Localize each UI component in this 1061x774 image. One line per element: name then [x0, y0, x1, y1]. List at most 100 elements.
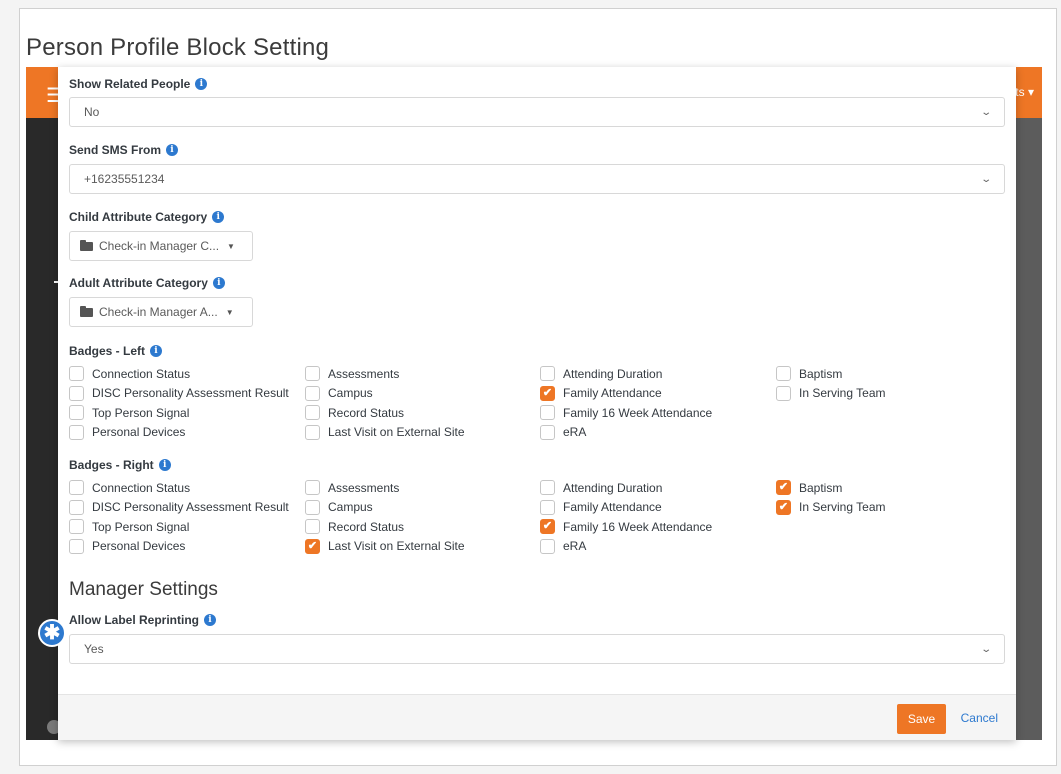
checkbox-label: Attending Duration [563, 366, 663, 381]
checkbox[interactable] [540, 366, 555, 382]
checkbox[interactable] [305, 519, 320, 535]
badge-checkbox-option[interactable]: Personal Devices [69, 538, 305, 554]
badge-checkbox-option[interactable]: DISC Personality Assessment Result [69, 385, 305, 401]
checkbox-label: Family Attendance [563, 386, 662, 401]
checkbox[interactable] [305, 424, 320, 440]
show-related-people-select[interactable]: No ⌄ [69, 97, 1005, 127]
badge-checkbox-option[interactable]: eRA [540, 538, 776, 554]
badge-checkbox-option[interactable]: Family Attendance [540, 499, 776, 515]
checkbox[interactable] [305, 480, 320, 496]
cancel-button[interactable]: Cancel [961, 711, 998, 725]
background-topbar-label: ts ▾ [1015, 85, 1034, 99]
info-icon[interactable]: i [204, 614, 217, 626]
checkbox-label: Family 16 Week Attendance [563, 405, 713, 420]
checkbox[interactable] [69, 366, 84, 382]
checkbox[interactable] [305, 366, 320, 382]
badge-checkbox-option[interactable]: ✔ Family 16 Week Attendance [540, 519, 776, 535]
badge-checkbox-option[interactable]: In Serving Team [776, 385, 976, 401]
adult-attribute-category-label: Adult Attribute Category i [69, 276, 225, 290]
badge-checkbox-option[interactable]: DISC Personality Assessment Result [69, 499, 305, 515]
checkbox-row: Personal Devices ✔ Last Visit on External … [69, 537, 999, 557]
info-icon[interactable]: i [166, 144, 179, 156]
checkbox[interactable] [69, 424, 84, 440]
badge-checkbox-option[interactable]: Assessments [305, 366, 540, 382]
info-icon[interactable]: i [212, 277, 225, 289]
badge-checkbox-option[interactable]: Personal Devices [69, 424, 305, 440]
checkbox-label: In Serving Team [799, 500, 886, 515]
badge-checkbox-option[interactable]: Connection Status [69, 480, 305, 496]
send-sms-from-label: Send SMS From i [69, 143, 179, 157]
checkbox[interactable] [305, 499, 320, 515]
badge-checkbox-option[interactable]: ✔ In Serving Team [776, 499, 976, 515]
badge-checkbox-option[interactable]: Attending Duration [540, 366, 776, 382]
checkbox-checked[interactable]: ✔ [305, 538, 320, 554]
info-icon[interactable]: i [212, 211, 225, 223]
badge-checkbox-option[interactable]: ✔ Family Attendance [540, 385, 776, 401]
allow-label-reprinting-select[interactable]: Yes ⌄ [69, 634, 1005, 664]
checkbox[interactable] [540, 424, 555, 440]
checkbox-label: eRA [563, 425, 587, 440]
check-icon: ✔ [778, 500, 789, 513]
checkbox[interactable] [540, 499, 555, 515]
checkbox[interactable] [305, 405, 320, 421]
checkbox-row: Connection Status Assessments Attending Du… [69, 478, 999, 498]
checkbox[interactable] [69, 519, 84, 535]
checkbox-row: Personal Devices Last Visit on External S… [69, 423, 999, 443]
checkbox-label: Last Visit on External Site [328, 425, 465, 440]
folder-open-icon [80, 240, 93, 251]
checkbox-checked[interactable]: ✔ [776, 499, 791, 515]
save-button[interactable]: Save [897, 704, 946, 734]
badge-checkbox-option[interactable]: Assessments [305, 480, 540, 496]
checkbox-label: Top Person Signal [92, 519, 190, 534]
asterisk-icon[interactable]: ✱ [38, 619, 66, 647]
checkbox[interactable] [776, 366, 791, 382]
badge-checkbox-option[interactable]: Top Person Signal [69, 519, 305, 535]
checkbox[interactable] [69, 405, 84, 421]
checkbox-label: Record Status [328, 519, 405, 534]
manager-settings-heading: Manager Settings [69, 579, 218, 600]
badge-checkbox-option[interactable]: Top Person Signal [69, 405, 305, 421]
badge-checkbox-option[interactable]: ✔ Last Visit on External Site [305, 538, 540, 554]
send-sms-from-select[interactable]: +16235551234 ⌄ [69, 164, 1005, 194]
info-icon[interactable]: i [150, 345, 163, 357]
caret-down-icon: ▼ [225, 307, 234, 317]
badge-checkbox-option[interactable]: Campus [305, 385, 540, 401]
allow-label-reprinting-label: Allow Label Reprinting i [69, 613, 217, 627]
checkbox[interactable] [69, 385, 84, 401]
badge-checkbox-option[interactable]: Attending Duration [540, 480, 776, 496]
checkbox-label: Last Visit on External Site [328, 539, 465, 554]
checkbox[interactable] [69, 499, 84, 515]
checkbox[interactable] [69, 480, 84, 496]
info-icon[interactable]: i [195, 78, 208, 90]
badge-checkbox-option[interactable]: Baptism [776, 366, 976, 382]
page-title: Person Profile Block Setting [26, 34, 330, 61]
checkbox-label: Attending Duration [563, 480, 663, 495]
badge-checkbox-option[interactable]: ✔ Baptism [776, 480, 976, 496]
badge-checkbox-option[interactable]: Last Visit on External Site [305, 424, 540, 440]
badge-checkbox-option[interactable]: eRA [540, 424, 776, 440]
checkbox[interactable] [776, 385, 791, 401]
checkbox-label: Connection Status [92, 480, 191, 495]
modal-footer: Save Cancel [58, 694, 1016, 740]
info-icon[interactable]: i [158, 459, 171, 471]
badge-checkbox-option[interactable]: Record Status [305, 405, 540, 421]
adult-attribute-category-picker[interactable]: Check-in Manager A... ▼ [69, 297, 253, 327]
badge-checkbox-option[interactable]: Connection Status [69, 366, 305, 382]
checkbox[interactable] [540, 538, 555, 554]
badge-checkbox-option[interactable]: Family 16 Week Attendance [540, 405, 776, 421]
block-settings-modal: Show Related People i No ⌄ Send SMS From… [58, 67, 1016, 740]
check-icon: ✔ [542, 386, 553, 399]
check-icon: ✔ [542, 520, 553, 533]
badge-checkbox-option[interactable]: Campus [305, 499, 540, 515]
badges-left-label: Badges - Left i [69, 344, 163, 358]
checkbox[interactable] [305, 385, 320, 401]
checkbox-checked[interactable]: ✔ [776, 480, 791, 496]
checkbox[interactable] [540, 405, 555, 421]
checkbox[interactable] [69, 538, 84, 554]
checkbox[interactable] [540, 480, 555, 496]
checkbox-label: DISC Personality Assessment Result [92, 500, 289, 515]
checkbox-checked[interactable]: ✔ [540, 385, 555, 401]
child-attribute-category-picker[interactable]: Check-in Manager C... ▼ [69, 231, 253, 261]
badge-checkbox-option[interactable]: Record Status [305, 519, 540, 535]
checkbox-checked[interactable]: ✔ [540, 519, 555, 535]
